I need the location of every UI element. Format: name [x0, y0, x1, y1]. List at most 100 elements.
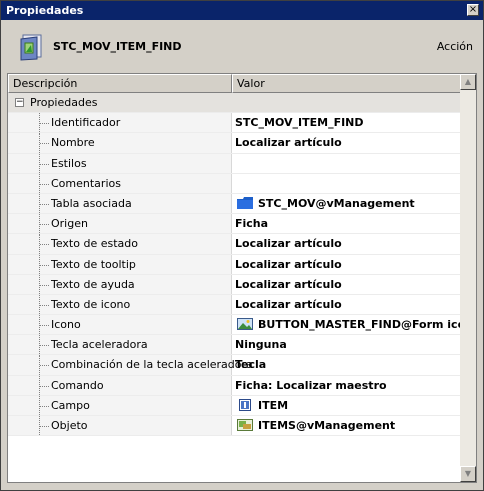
property-row[interactable]: Texto de ayuda Localizar artículo: [8, 274, 462, 295]
property-row[interactable]: Tecla aceleradora Ninguna: [8, 335, 462, 356]
property-value-cell[interactable]: BUTTON_MASTER_FIND@Form icons: [232, 315, 462, 334]
property-row[interactable]: Comando Ficha: Localizar maestro: [8, 375, 462, 396]
tree-connector: [39, 133, 50, 153]
tree-connector: [39, 355, 50, 375]
close-button[interactable]: ×: [467, 4, 479, 16]
property-label: Combinación de la tecla aceleradora: [51, 358, 253, 372]
field-icon: [237, 398, 253, 411]
property-description-cell: Texto de icono: [8, 294, 232, 315]
property-row[interactable]: Icono BUTTON_MASTER_FIND@Form icons: [8, 315, 462, 336]
property-value-cell[interactable]: Localizar artículo: [232, 255, 462, 274]
property-value: Ficha: Localizar maestro: [235, 378, 387, 392]
property-value: Localizar artículo: [235, 277, 342, 291]
property-value-cell[interactable]: [232, 174, 462, 193]
vertical-scrollbar[interactable]: ▲ ▼: [460, 74, 476, 482]
group-row-propiedades[interactable]: − Propiedades: [8, 93, 462, 114]
property-label: Icono: [51, 318, 81, 332]
property-label: Origen: [51, 217, 88, 231]
property-description-cell: Comentarios: [8, 173, 232, 193]
property-row[interactable]: Combinación de la tecla aceleradora Tecla: [8, 355, 462, 376]
property-description-cell: Objeto: [8, 416, 232, 436]
object-icon: [237, 418, 253, 431]
tree-connector: [39, 274, 50, 294]
tree-connector: [39, 294, 50, 315]
property-value-cell[interactable]: Localizar artículo: [232, 275, 462, 294]
property-value: Ficha: [235, 217, 269, 231]
window-title: Propiedades: [6, 4, 84, 17]
property-row[interactable]: Estilos: [8, 153, 462, 174]
property-value-cell[interactable]: Tecla: [232, 355, 462, 374]
property-value-cell[interactable]: Ficha: [232, 214, 462, 233]
property-label: Tecla aceleradora: [51, 338, 148, 352]
column-header-descripcion[interactable]: Descripción: [8, 74, 232, 93]
tree-connector: [39, 153, 50, 173]
property-row[interactable]: Comentarios: [8, 173, 462, 194]
column-header: Descripción Valor: [8, 74, 462, 93]
property-label: Objeto: [51, 419, 88, 432]
property-value-cell[interactable]: [232, 154, 462, 173]
property-value-cell[interactable]: Ninguna: [232, 335, 462, 354]
property-value-cell[interactable]: STC_MOV_ITEM_FIND: [232, 113, 462, 132]
image-icon: [237, 317, 253, 331]
action-object-icon: [20, 34, 42, 61]
property-grid: Descripción Valor − Propiedades Identifi…: [7, 73, 477, 483]
scroll-down-button[interactable]: ▼: [460, 466, 476, 482]
folder-icon: [237, 196, 253, 209]
property-row[interactable]: Texto de tooltip Localizar artículo: [8, 254, 462, 275]
property-value: Localizar artículo: [235, 136, 342, 150]
column-header-valor[interactable]: Valor: [232, 74, 462, 93]
property-row[interactable]: Objeto ITEMS@vManagement: [8, 416, 462, 437]
property-label: Comando: [51, 378, 104, 392]
group-label: Propiedades: [30, 96, 98, 109]
property-row[interactable]: Tabla asociada STC_MOV@vManagement: [8, 193, 462, 215]
tree-connector: [39, 214, 50, 234]
property-value-cell[interactable]: Localizar artículo: [232, 133, 462, 152]
property-value: Localizar artículo: [235, 237, 342, 251]
property-value-cell[interactable]: STC_MOV@vManagement: [232, 194, 462, 213]
object-header: STC_MOV_ITEM_FIND Acción: [1, 21, 483, 71]
scroll-up-button[interactable]: ▲: [460, 74, 476, 90]
property-value: Localizar artículo: [235, 257, 342, 271]
property-row[interactable]: Campo ITEM: [8, 395, 462, 416]
property-value-cell[interactable]: ITEM: [232, 396, 462, 415]
object-name: STC_MOV_ITEM_FIND: [53, 40, 182, 53]
tree-connector: [39, 335, 50, 355]
tree-connector: [39, 254, 50, 274]
property-label: Identificador: [51, 116, 121, 130]
tree-connector: [39, 315, 50, 335]
property-value-cell[interactable]: ITEMS@vManagement: [232, 416, 462, 435]
property-value: Ninguna: [235, 338, 287, 352]
property-value-cell[interactable]: Localizar artículo: [232, 295, 462, 314]
group-row-cell: − Propiedades: [8, 93, 462, 113]
property-row[interactable]: Texto de icono Localizar artículo: [8, 294, 462, 316]
property-value: ITEM: [258, 398, 289, 412]
property-value-cell[interactable]: Localizar artículo: [232, 234, 462, 253]
property-label: Tabla asociada: [51, 196, 132, 210]
property-value: Tecla: [235, 358, 267, 372]
property-description-cell: Texto de tooltip: [8, 254, 232, 274]
property-label: Texto de estado: [51, 237, 138, 251]
property-label: Texto de icono: [51, 297, 131, 311]
collapse-icon[interactable]: −: [15, 98, 24, 107]
property-label: Estilos: [51, 156, 87, 170]
tree-connector: [39, 193, 50, 214]
property-description-cell: Texto de ayuda: [8, 274, 232, 294]
property-value: Localizar artículo: [235, 297, 342, 311]
property-value: STC_MOV@vManagement: [258, 196, 415, 210]
property-description-cell: Tecla aceleradora: [8, 335, 232, 355]
title-bar[interactable]: Propiedades ×: [1, 1, 483, 20]
property-label: Comentarios: [51, 176, 121, 190]
property-row[interactable]: Identificador STC_MOV_ITEM_FIND: [8, 113, 462, 134]
property-row[interactable]: Nombre Localizar artículo: [8, 133, 462, 154]
property-row[interactable]: Origen Ficha: [8, 214, 462, 235]
property-value-cell[interactable]: Ficha: Localizar maestro: [232, 376, 462, 395]
property-rows: − Propiedades Identificador STC_MOV_ITEM_…: [8, 93, 462, 437]
tree-connector: [39, 395, 50, 415]
property-value: STC_MOV_ITEM_FIND: [235, 116, 364, 130]
property-description-cell: Tabla asociada: [8, 193, 232, 214]
property-description-cell: Comando: [8, 375, 232, 395]
tree-connector: [39, 416, 50, 436]
property-row[interactable]: Texto de estado Localizar artículo: [8, 234, 462, 255]
property-value: BUTTON_MASTER_FIND@Form icons: [258, 318, 462, 332]
property-description-cell: Identificador: [8, 113, 232, 133]
